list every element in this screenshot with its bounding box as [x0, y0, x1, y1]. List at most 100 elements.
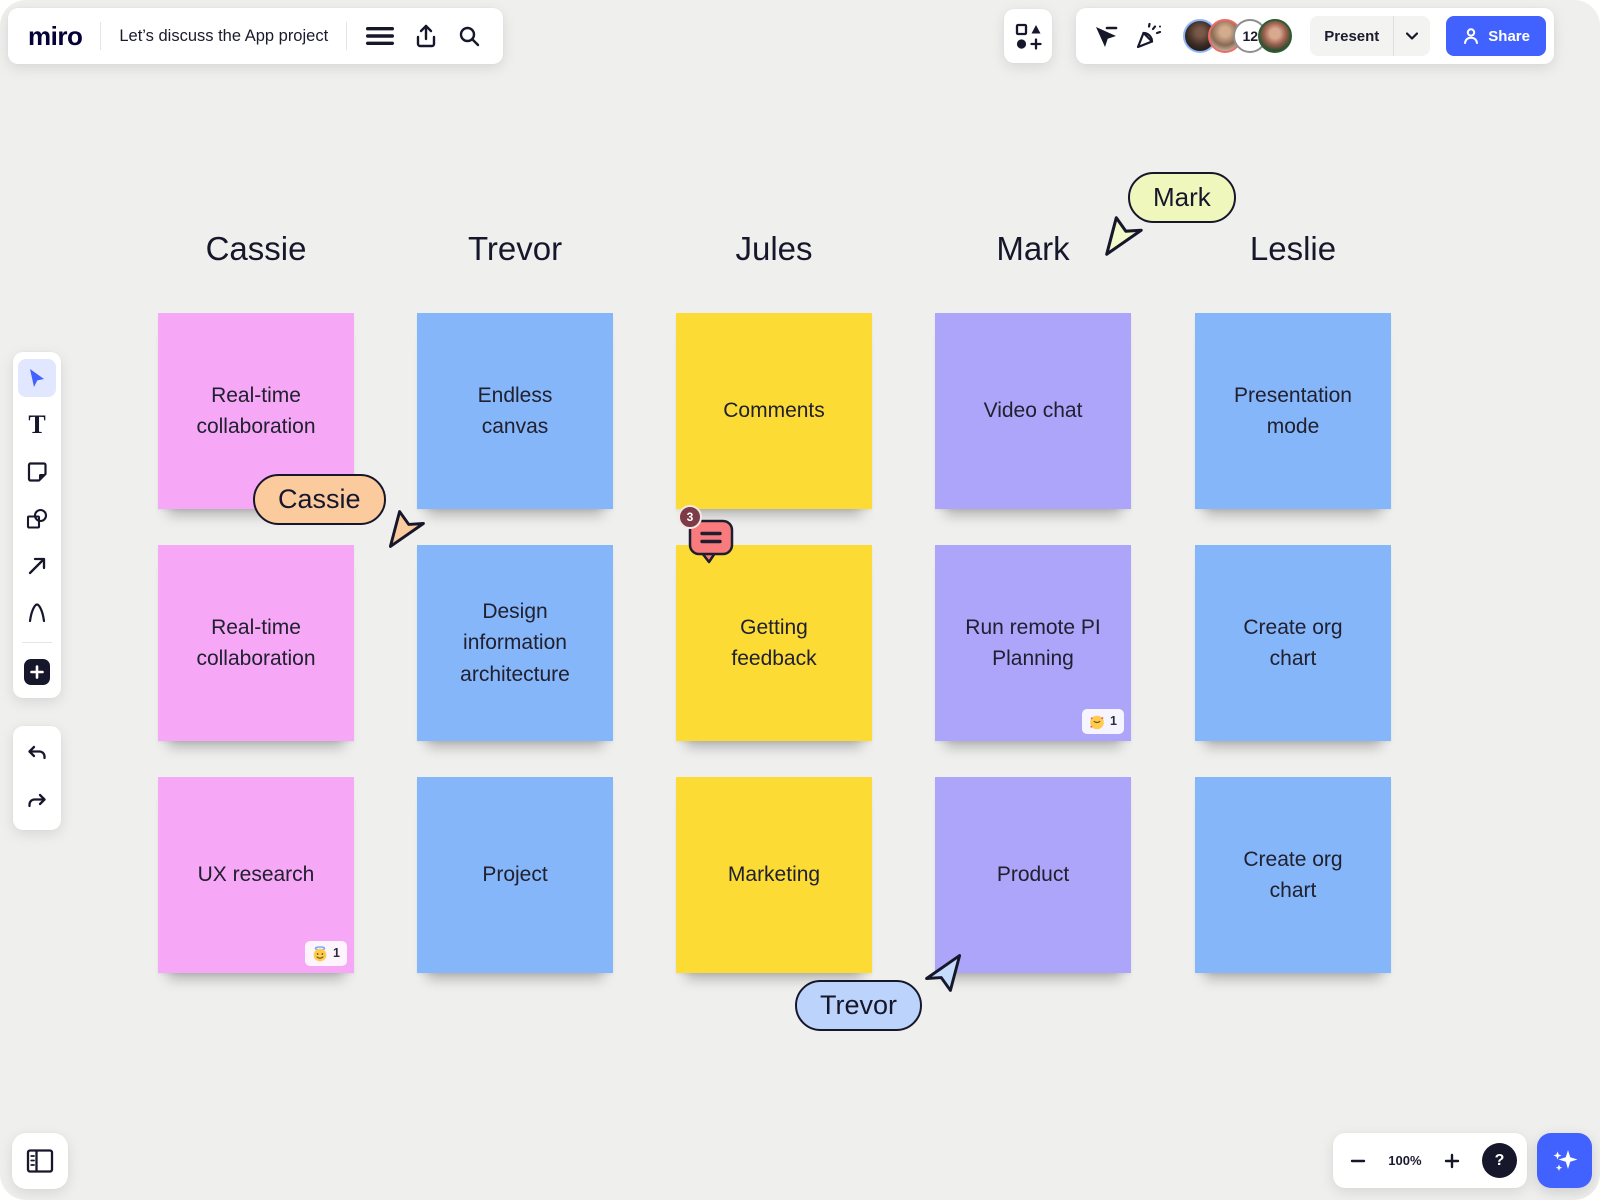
halo-emoji-icon: [312, 946, 328, 962]
sticky-note[interactable]: UX research 1: [158, 777, 354, 973]
note-text: Comments: [723, 395, 825, 427]
sticky-note[interactable]: Video chat: [935, 313, 1131, 509]
templates-card: [1004, 9, 1052, 63]
board-title[interactable]: Let’s discuss the App project: [119, 27, 328, 46]
reaction-badge[interactable]: 1: [1082, 709, 1124, 734]
column-header-trevor[interactable]: Trevor: [417, 230, 613, 268]
zoom-level[interactable]: 100%: [1388, 1153, 1421, 1168]
menu-icon: [365, 24, 395, 48]
sticky-note[interactable]: Run remote PI Planning 1: [935, 545, 1131, 741]
shapes-tool[interactable]: [18, 500, 56, 538]
sticky-note[interactable]: Getting feedback 3: [676, 545, 872, 741]
select-tool[interactable]: [18, 359, 56, 397]
note-text: Video chat: [984, 395, 1083, 427]
sticky-note[interactable]: Marketing: [676, 777, 872, 973]
follow-cursor-button[interactable]: [1092, 23, 1119, 50]
cursor-name: Trevor: [820, 990, 897, 1021]
avatar-stack: 12: [1183, 19, 1292, 53]
chevron-down-icon[interactable]: [1394, 32, 1430, 40]
note-text: Product: [997, 859, 1069, 891]
shapes-tool-icon: [25, 507, 49, 531]
reaction-badge[interactable]: 1: [305, 941, 347, 966]
zoom-out-button[interactable]: [1349, 1152, 1367, 1170]
export-button[interactable]: [413, 23, 439, 49]
pen-tool-icon: [25, 601, 49, 625]
note-text: Design information architecture: [431, 596, 599, 691]
note-text: Presentation mode: [1209, 380, 1377, 443]
connector-tool-icon: [25, 554, 49, 578]
zoom-out-icon: [1349, 1152, 1367, 1170]
redo-button[interactable]: [18, 783, 56, 821]
sticky-note[interactable]: Real-time collaboration: [158, 545, 354, 741]
sticky-note[interactable]: Presentation mode: [1195, 313, 1391, 509]
sticky-note-tool[interactable]: [18, 453, 56, 491]
add-more-tools-button[interactable]: [18, 653, 56, 691]
collaborator-cursor-icon: [1100, 212, 1146, 260]
collaborator-cursor-icon: [384, 506, 428, 552]
comment-pin[interactable]: 3: [678, 509, 742, 573]
redo-icon: [25, 790, 49, 814]
share-person-icon: [1462, 27, 1480, 45]
comment-count-badge: 3: [678, 505, 702, 529]
miro-whiteboard: miro Let’s discuss the App project: [0, 0, 1600, 1200]
zoom-in-button[interactable]: [1443, 1152, 1461, 1170]
ai-assistant-button[interactable]: [1537, 1133, 1592, 1188]
reaction-count: 1: [333, 944, 340, 963]
zoom-in-icon: [1443, 1152, 1461, 1170]
column-header-leslie[interactable]: Leslie: [1195, 230, 1391, 268]
miro-logo[interactable]: miro: [28, 21, 82, 52]
note-text: Run remote PI Planning: [963, 612, 1103, 675]
select-tool-icon: [26, 367, 48, 389]
note-text: Real-time collaboration: [172, 612, 340, 675]
sticky-note[interactable]: Create org chart: [1195, 777, 1391, 973]
frames-panel-button[interactable]: [12, 1133, 68, 1189]
note-text: Marketing: [728, 859, 820, 891]
hearts-emoji-icon: [1089, 714, 1105, 730]
note-text: Create org chart: [1228, 612, 1358, 675]
export-icon: [413, 23, 439, 49]
sticky-note-tool-icon: [25, 460, 49, 484]
search-icon: [457, 24, 481, 48]
cursor-name: Cassie: [278, 484, 361, 515]
share-button[interactable]: Share: [1446, 16, 1546, 56]
current-user-avatar[interactable]: [1258, 19, 1292, 53]
history-toolbar: [13, 726, 61, 830]
sticky-note[interactable]: Endless canvas: [417, 313, 613, 509]
divider: [346, 22, 347, 50]
text-tool[interactable]: T: [18, 406, 56, 444]
frames-panel-icon: [26, 1148, 54, 1174]
help-button[interactable]: ?: [1482, 1143, 1517, 1178]
templates-button[interactable]: [1015, 23, 1042, 50]
cursor-name: Mark: [1153, 182, 1211, 213]
sticky-note[interactable]: Project: [417, 777, 613, 973]
divider: [22, 642, 52, 643]
reactions-button[interactable]: [1135, 22, 1163, 50]
text-tool-icon: T: [28, 412, 45, 438]
search-button[interactable]: [457, 24, 481, 48]
connector-tool[interactable]: [18, 547, 56, 585]
sticky-note[interactable]: Product: [935, 777, 1131, 973]
undo-icon: [25, 742, 49, 766]
present-button[interactable]: Present: [1310, 16, 1430, 56]
note-text: Create org chart: [1228, 844, 1358, 907]
note-text: UX research: [198, 859, 315, 891]
sticky-note[interactable]: Design information architecture: [417, 545, 613, 741]
column-header-jules[interactable]: Jules: [676, 230, 872, 268]
pen-tool[interactable]: [18, 594, 56, 632]
collaboration-toolbar: 12 Present Share: [1076, 8, 1554, 64]
sticky-note[interactable]: Create org chart: [1195, 545, 1391, 741]
sticky-note[interactable]: Comments: [676, 313, 872, 509]
note-text: Project: [482, 859, 547, 891]
collaborator-cursor-icon: [922, 950, 966, 996]
undo-button[interactable]: [18, 735, 56, 773]
templates-icon: [1015, 23, 1042, 50]
main-menu-button[interactable]: [365, 24, 395, 48]
ai-assistant-icon: [1550, 1146, 1580, 1176]
add-tool-icon: [23, 658, 51, 686]
divider: [100, 22, 101, 50]
reaction-count: 1: [1110, 712, 1117, 731]
note-text: Endless canvas: [460, 380, 570, 443]
column-header-cassie[interactable]: Cassie: [158, 230, 354, 268]
zoom-controls: 100% ?: [1333, 1133, 1527, 1188]
follow-cursor-icon: [1092, 23, 1119, 50]
